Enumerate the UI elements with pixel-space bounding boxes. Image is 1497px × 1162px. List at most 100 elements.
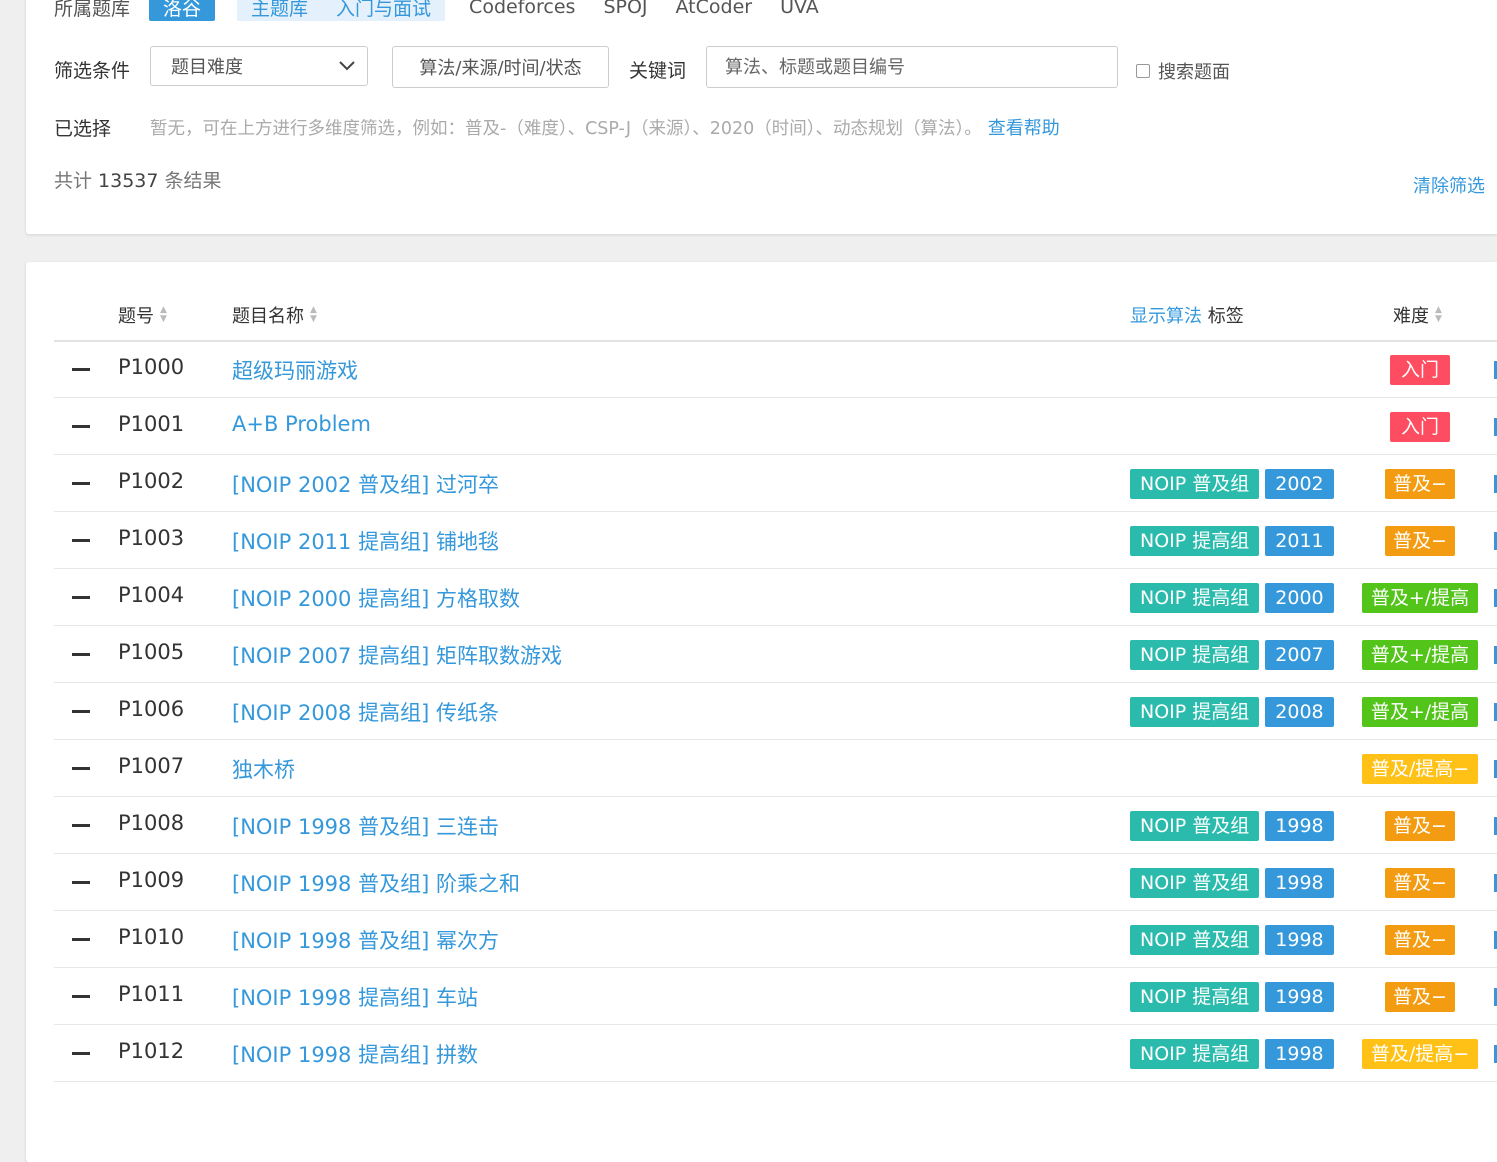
year-tag[interactable]: 2008 — [1265, 697, 1334, 727]
search-content-option[interactable]: 搜索题面 — [1136, 58, 1230, 84]
table-row[interactable]: P1011 [NOIP 1998 提高组] 车站 NOIP 提高组 1998 普及− — [54, 968, 1497, 1025]
problem-tags: NOIP 普及组 1998 — [1130, 811, 1340, 841]
table-row[interactable]: P1000 超级玛丽游戏 入门 — [54, 341, 1497, 398]
table-row[interactable]: P1005 [NOIP 2007 提高组] 矩阵取数游戏 NOIP 提高组 2007 普… — [54, 626, 1497, 683]
table-row[interactable]: P1002 [NOIP 2002 普及组] 过河卒 NOIP 普及组 2002 普及− — [54, 455, 1497, 512]
source-tab-main[interactable]: 主题库 — [237, 0, 323, 21]
source-tag[interactable]: NOIP 提高组 — [1130, 1039, 1260, 1069]
source-tag[interactable]: NOIP 普及组 — [1130, 469, 1260, 499]
table-row[interactable]: P1010 [NOIP 1998 普及组] 幂次方 NOIP 普及组 1998 普及− — [54, 911, 1497, 968]
table-row[interactable]: P1003 [NOIP 2011 提高组] 铺地毯 NOIP 提高组 2011 普及− — [54, 512, 1497, 569]
source-tab-interview[interactable]: 入门与面试 — [322, 0, 446, 21]
problem-title-link[interactable]: 独木桥 — [232, 754, 295, 784]
table-row[interactable]: P1007 独木桥 普及/提高− — [54, 740, 1497, 797]
problem-id: P1010 — [118, 925, 185, 949]
source-tab-codeforces[interactable]: Codeforces — [469, 0, 575, 18]
status-dash-icon — [72, 482, 90, 485]
chevron-down-icon — [339, 61, 355, 71]
problem-title-link[interactable]: [NOIP 2000 提高组] 方格取数 — [232, 583, 520, 613]
col-title-header[interactable]: 题目名称 ▲ ▼ — [232, 302, 317, 328]
problem-title-link[interactable]: [NOIP 2008 提高组] 传纸条 — [232, 697, 499, 727]
col-tags-header: 显示算法 标签 — [1130, 302, 1244, 328]
status-dash-icon — [72, 710, 90, 713]
col-id-header[interactable]: 题号 ▲ ▼ — [118, 302, 167, 328]
difficulty-select[interactable]: 题目难度 — [150, 46, 368, 86]
show-algorithm-link[interactable]: 显示算法 — [1130, 302, 1202, 328]
source-tag[interactable]: NOIP 提高组 — [1130, 526, 1260, 556]
source-tag[interactable]: NOIP 普及组 — [1130, 925, 1260, 955]
problem-id: P1011 — [118, 982, 185, 1006]
year-tag[interactable]: 1998 — [1265, 925, 1334, 955]
source-tab-atcoder[interactable]: AtCoder — [676, 0, 753, 18]
problem-title-link[interactable]: A+B Problem — [232, 412, 371, 436]
year-tag[interactable]: 2011 — [1265, 526, 1334, 556]
col-difficulty-header[interactable]: 难度 ▲ ▼ — [1393, 302, 1442, 328]
sort-icon: ▲ ▼ — [310, 305, 317, 324]
keyword-input[interactable] — [706, 46, 1118, 88]
difficulty-badge: 普及− — [1385, 811, 1455, 841]
status-dash-icon — [72, 1052, 90, 1055]
col-title-label: 题目名称 — [232, 306, 304, 327]
help-link[interactable]: 查看帮助 — [988, 118, 1060, 139]
source-tab-uva[interactable]: UVA — [780, 0, 819, 18]
problem-title-link[interactable]: [NOIP 1998 普及组] 幂次方 — [232, 925, 499, 955]
filter-panel: 所属题库 洛谷 主题库 入门与面试 Codeforces SPOJ AtCode… — [26, 0, 1497, 234]
source-tag[interactable]: NOIP 普及组 — [1130, 811, 1260, 841]
year-tag[interactable]: 2002 — [1265, 469, 1334, 499]
problem-title-link[interactable]: [NOIP 2002 普及组] 过河卒 — [232, 469, 499, 499]
problem-tags: NOIP 提高组 2011 — [1130, 526, 1340, 556]
status-dash-icon — [72, 653, 90, 656]
year-tag[interactable]: 2000 — [1265, 583, 1334, 613]
year-tag[interactable]: 2007 — [1265, 640, 1334, 670]
year-tag[interactable]: 1998 — [1265, 811, 1334, 841]
problem-id: P1001 — [118, 412, 185, 436]
source-tab-spoj[interactable]: SPOJ — [603, 0, 647, 18]
problem-id: P1007 — [118, 754, 185, 778]
source-tab-group: 主题库 入门与面试 — [237, 0, 446, 21]
problem-id: P1002 — [118, 469, 185, 493]
table-row[interactable]: P1004 [NOIP 2000 提高组] 方格取数 NOIP 提高组 2000 普及+… — [54, 569, 1497, 626]
problem-title-link[interactable]: [NOIP 2007 提高组] 矩阵取数游戏 — [232, 640, 562, 670]
table-row[interactable]: P1008 [NOIP 1998 普及组] 三连击 NOIP 普及组 1998 普及− — [54, 797, 1497, 854]
clear-filter-link[interactable]: 清除筛选 — [1413, 172, 1485, 198]
year-tag[interactable]: 1998 — [1265, 982, 1334, 1012]
source-tag[interactable]: NOIP 提高组 — [1130, 982, 1260, 1012]
difficulty-badge: 普及/提高− — [1362, 754, 1478, 784]
difficulty-badge: 普及− — [1385, 982, 1455, 1012]
status-dash-icon — [72, 368, 90, 371]
problem-title-link[interactable]: [NOIP 1998 提高组] 拼数 — [232, 1039, 478, 1069]
problem-id: P1008 — [118, 811, 185, 835]
table-row[interactable]: P1001 A+B Problem 入门 — [54, 398, 1497, 455]
keyword-label: 关键词 — [629, 60, 687, 82]
source-tab-luogu[interactable]: 洛谷 — [149, 0, 216, 21]
source-tag[interactable]: NOIP 普及组 — [1130, 868, 1260, 898]
source-tag[interactable]: NOIP 提高组 — [1130, 583, 1260, 613]
problem-title-link[interactable]: [NOIP 1998 提高组] 车站 — [232, 982, 478, 1012]
problem-title-link[interactable]: [NOIP 2011 提高组] 铺地毯 — [232, 526, 499, 556]
table-row[interactable]: P1006 [NOIP 2008 提高组] 传纸条 NOIP 提高组 2008 普及+/… — [54, 683, 1497, 740]
table-row[interactable]: P1012 [NOIP 1998 提高组] 拼数 NOIP 提高组 1998 普及/提高… — [54, 1025, 1497, 1082]
problem-tags: NOIP 提高组 2000 — [1130, 583, 1340, 613]
total-prefix: 共计 — [54, 170, 93, 192]
year-tag[interactable]: 1998 — [1265, 868, 1334, 898]
status-dash-icon — [72, 539, 90, 542]
source-tag[interactable]: NOIP 提高组 — [1130, 697, 1260, 727]
total-suffix: 条结果 — [164, 170, 222, 192]
source-tag[interactable]: NOIP 提高组 — [1130, 640, 1260, 670]
problem-id: P1009 — [118, 868, 185, 892]
sort-icon: ▲ ▼ — [1435, 305, 1442, 324]
result-count: 共计 13537 条结果 — [54, 166, 221, 193]
selected-hint-row: 暂无，可在上方进行多维度筛选，例如：普及-（难度）、CSP-J（来源）、2020… — [150, 114, 1060, 140]
problem-title-link[interactable]: [NOIP 1998 普及组] 阶乘之和 — [232, 868, 520, 898]
search-content-checkbox[interactable] — [1136, 64, 1150, 78]
table-row[interactable]: P1009 [NOIP 1998 普及组] 阶乘之和 NOIP 普及组 1998 普及− — [54, 854, 1497, 911]
problem-title-link[interactable]: [NOIP 1998 普及组] 三连击 — [232, 811, 499, 841]
condition-label: 筛选条件 — [54, 60, 131, 82]
problem-id: P1000 — [118, 355, 185, 379]
year-tag[interactable]: 1998 — [1265, 1039, 1334, 1069]
difficulty-badge: 普及− — [1385, 868, 1455, 898]
selected-label: 已选择 — [54, 118, 112, 140]
status-dash-icon — [72, 425, 90, 428]
algo-source-filter-button[interactable]: 算法/来源/时间/状态 — [392, 46, 609, 88]
problem-title-link[interactable]: 超级玛丽游戏 — [232, 355, 358, 385]
